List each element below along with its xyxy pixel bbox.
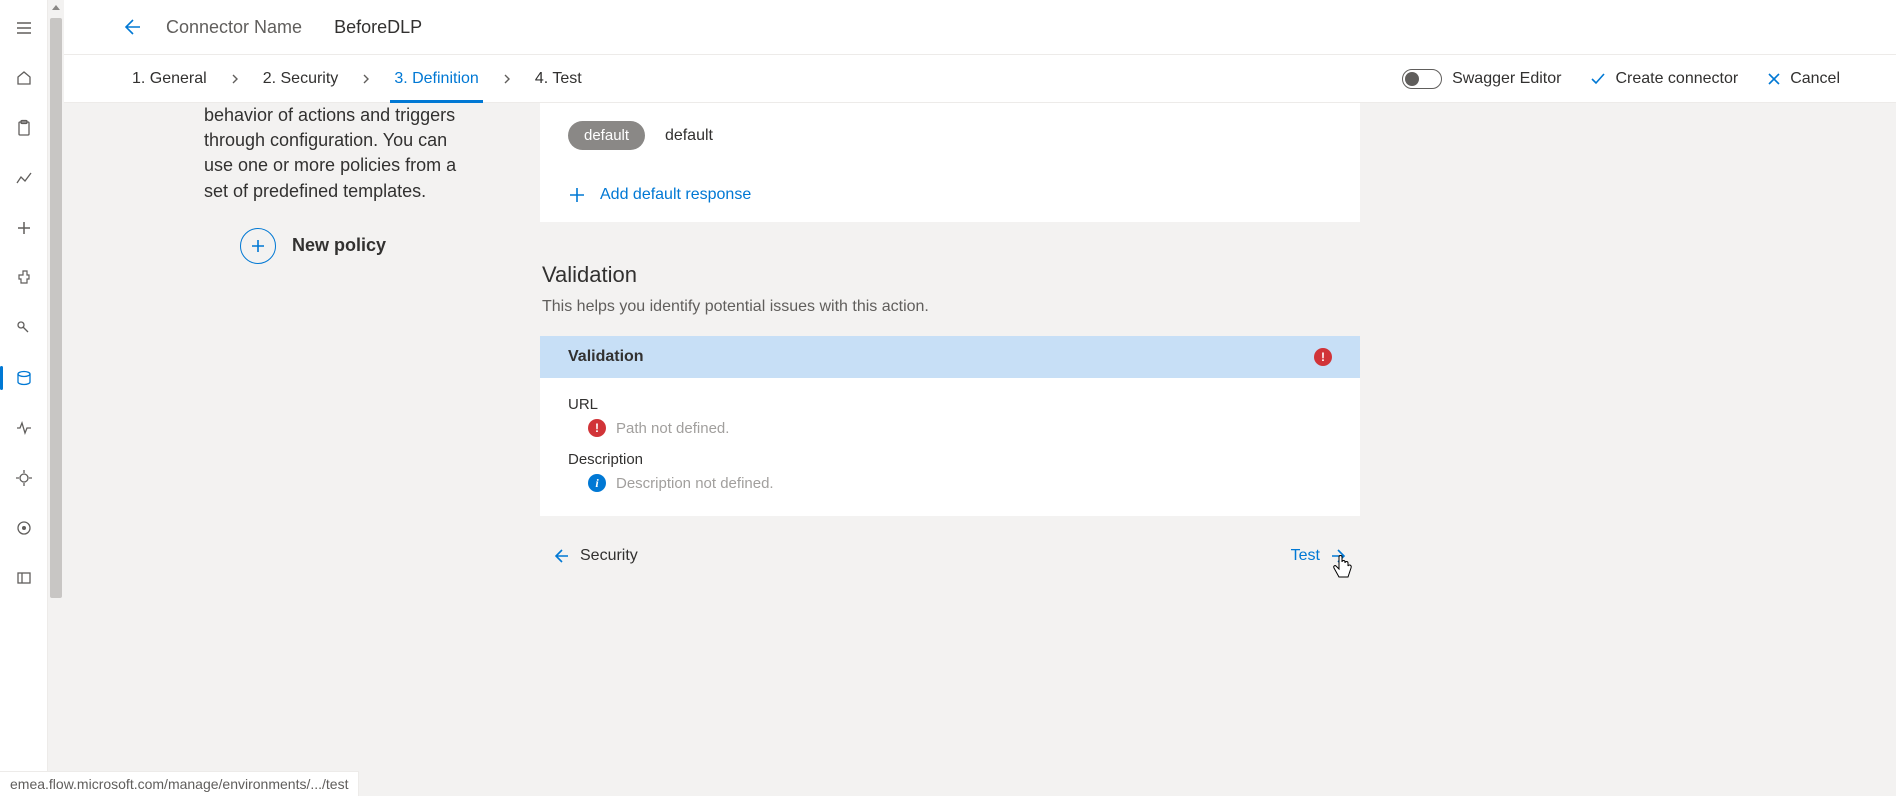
puzzle-icon[interactable] xyxy=(8,262,40,294)
validation-url-message: ! Path not defined. xyxy=(588,419,1332,437)
solutions-icon[interactable] xyxy=(8,512,40,544)
plus-circle-icon xyxy=(240,228,276,264)
info-icon: i xyxy=(588,474,606,492)
ai-icon[interactable] xyxy=(8,462,40,494)
connector-icon[interactable] xyxy=(8,312,40,344)
validation-header-label: Validation xyxy=(568,348,644,366)
scroll-thumb[interactable] xyxy=(50,18,62,598)
main-area: Connector Name BeforeDLP 1. General 2. S… xyxy=(64,0,1896,796)
header-row: Connector Name BeforeDLP xyxy=(64,0,1896,55)
definition-column: default default Add default response Val… xyxy=(540,103,1360,796)
home-icon[interactable] xyxy=(8,62,40,94)
tab-test[interactable]: 4. Test xyxy=(523,55,594,103)
connector-name-label: Connector Name xyxy=(166,17,302,38)
left-nav-rail xyxy=(0,0,48,796)
new-policy-label: New policy xyxy=(292,233,386,258)
validation-desc-message: i Description not defined. xyxy=(588,474,1332,492)
cancel-button[interactable]: Cancel xyxy=(1766,70,1840,88)
prev-link-label: Security xyxy=(580,547,638,565)
default-label: default xyxy=(665,127,713,144)
validation-url-text: Path not defined. xyxy=(616,420,729,437)
nav-scrollbar[interactable] xyxy=(48,0,64,796)
tabs-row: 1. General 2. Security 3. Definition 4. … xyxy=(64,55,1896,103)
error-icon: ! xyxy=(1314,348,1332,366)
validation-section-desc: This helps you identify potential issues… xyxy=(542,298,1360,316)
validation-desc-label: Description xyxy=(568,451,1332,468)
next-test-link[interactable]: Test xyxy=(1291,546,1350,566)
swagger-label: Swagger Editor xyxy=(1452,70,1561,88)
plus-icon xyxy=(568,186,586,204)
flow-icon[interactable] xyxy=(8,162,40,194)
scroll-up-icon[interactable] xyxy=(48,0,64,16)
tab-general[interactable]: 1. General xyxy=(120,55,219,103)
validation-url-label: URL xyxy=(568,396,1332,413)
prev-security-link[interactable]: Security xyxy=(550,546,638,566)
clipboard-icon[interactable] xyxy=(8,112,40,144)
next-link-label: Test xyxy=(1291,547,1320,565)
back-button[interactable] xyxy=(120,16,142,38)
cancel-label: Cancel xyxy=(1790,70,1840,88)
status-bar-url: emea.flow.microsoft.com/manage/environme… xyxy=(0,771,359,796)
default-pill[interactable]: default xyxy=(568,121,645,150)
content-area: behavior of actions and triggers through… xyxy=(64,103,1896,796)
chevron-right-icon xyxy=(219,73,251,85)
create-connector-button[interactable]: Create connector xyxy=(1589,70,1738,88)
policy-description: behavior of actions and triggers through… xyxy=(120,103,500,204)
bottom-nav: Security Test xyxy=(540,546,1360,576)
swagger-toggle[interactable] xyxy=(1402,69,1442,89)
validation-body: URL ! Path not defined. Description i De… xyxy=(540,378,1360,516)
hamburger-icon[interactable] xyxy=(8,12,40,44)
arrow-left-icon xyxy=(550,546,570,566)
validation-header[interactable]: Validation ! xyxy=(540,336,1360,378)
error-icon: ! xyxy=(588,419,606,437)
add-default-response-button[interactable]: Add default response xyxy=(540,168,1360,222)
connector-name-value: BeforeDLP xyxy=(334,17,422,38)
chevron-right-icon xyxy=(350,73,382,85)
collapse-icon[interactable] xyxy=(8,562,40,594)
default-response-card: default default xyxy=(540,103,1360,168)
data-icon[interactable] xyxy=(8,362,40,394)
check-icon xyxy=(1589,70,1607,88)
monitor-icon[interactable] xyxy=(8,412,40,444)
policy-column: behavior of actions and triggers through… xyxy=(120,103,500,796)
validation-desc-text: Description not defined. xyxy=(616,475,774,492)
tab-security[interactable]: 2. Security xyxy=(251,55,351,103)
tab-definition[interactable]: 3. Definition xyxy=(382,55,491,103)
validation-section-title: Validation xyxy=(542,262,1360,288)
new-policy-button[interactable]: New policy xyxy=(240,228,500,264)
close-icon xyxy=(1766,71,1782,87)
plus-icon[interactable] xyxy=(8,212,40,244)
add-default-response-label: Add default response xyxy=(600,186,751,204)
create-connector-label: Create connector xyxy=(1615,70,1738,88)
arrow-right-icon xyxy=(1330,546,1350,566)
chevron-right-icon xyxy=(491,73,523,85)
